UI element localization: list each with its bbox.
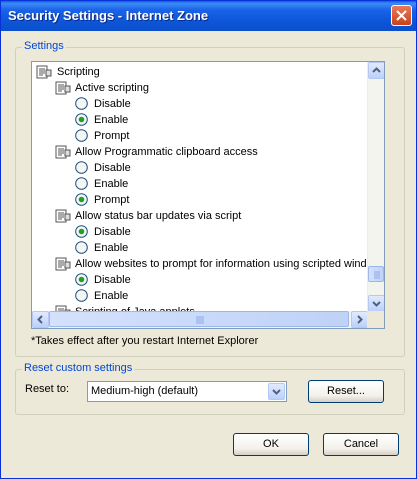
option-row[interactable]: Disable [32,272,368,288]
scroll-left-button[interactable] [32,311,49,328]
radio-selected-icon[interactable] [75,273,88,286]
security-settings-dialog: Security Settings - Internet Zone Settin… [0,0,417,479]
radio-icon[interactable] [75,289,88,302]
option-label: Disable [94,226,131,238]
option-row[interactable]: Prompt [32,128,368,144]
restart-note: *Takes effect after you restart Internet… [31,335,259,347]
category-row: Scripting [32,64,368,80]
reset-group-legend: Reset custom settings [22,362,135,374]
reset-button[interactable]: Reset... [308,380,384,403]
scrollbar-corner [367,311,384,328]
option-row[interactable]: Enable [32,288,368,304]
chevron-up-icon [372,67,381,73]
horizontal-scroll-thumb[interactable] [49,311,349,327]
chevron-right-icon [357,315,363,324]
settings-list[interactable]: Scripting Active scripting Disable Enable Pr… [31,61,385,329]
ok-button[interactable]: OK [233,433,309,456]
radio-icon[interactable] [75,129,88,142]
settings-group-legend: Settings [22,40,66,52]
settings-page-icon [55,209,71,223]
scroll-down-button[interactable] [368,295,384,312]
security-level-value: Medium-high (default) [91,385,198,397]
scroll-up-button[interactable] [368,62,384,79]
settings-page-icon [55,81,71,95]
setting-row: Active scripting [32,80,368,96]
option-label: Disable [94,274,131,286]
window-title: Security Settings - Internet Zone [8,8,209,23]
setting-label: Allow status bar updates via script [75,210,242,222]
grip-icon [374,271,380,279]
option-label: Enable [94,242,129,254]
settings-page-icon [36,65,52,79]
chevron-down-icon [272,389,281,395]
option-label: Disable [94,98,131,110]
setting-row: Allow websites to prompt for information… [32,256,368,272]
reset-to-label: Reset to: [25,383,70,395]
radio-icon[interactable] [75,161,88,174]
option-label: Prompt [94,194,130,206]
vertical-scroll-thumb[interactable] [368,266,384,282]
vertical-scrollbar[interactable] [367,62,384,312]
scroll-right-button[interactable] [351,311,368,328]
setting-row: Allow status bar updates via script [32,208,368,224]
setting-label: Allow Programmatic clipboard access [75,146,258,158]
radio-selected-icon[interactable] [75,225,88,238]
settings-page-icon [55,145,71,159]
close-icon [396,10,407,21]
cancel-button[interactable]: Cancel [323,433,399,456]
grip-icon [196,316,204,324]
option-label: Prompt [94,130,130,142]
option-label: Disable [94,162,131,174]
radio-selected-icon[interactable] [75,193,88,206]
setting-label: Allow websites to prompt for information… [75,258,368,270]
option-label: Enable [94,114,129,126]
option-row[interactable]: Enable [32,112,368,128]
close-button[interactable] [391,5,412,26]
radio-icon[interactable] [75,97,88,110]
chevron-left-icon [37,315,43,324]
option-row[interactable]: Disable [32,224,368,240]
radio-icon[interactable] [75,241,88,254]
category-label: Scripting [57,66,100,78]
option-label: Enable [94,178,129,190]
option-row[interactable]: Enable [32,176,368,192]
option-row[interactable]: Disable [32,160,368,176]
option-row[interactable]: Prompt [32,192,368,208]
radio-selected-icon[interactable] [75,113,88,126]
horizontal-scrollbar[interactable] [32,311,368,328]
settings-page-icon [55,257,71,271]
option-row[interactable]: Disable [32,96,368,112]
setting-row: Allow Programmatic clipboard access [32,144,368,160]
title-bar[interactable]: Security Settings - Internet Zone [1,1,416,31]
option-label: Enable [94,290,129,302]
setting-label: Active scripting [75,82,149,94]
security-level-select[interactable]: Medium-high (default) [87,381,287,402]
chevron-down-icon [372,301,381,307]
option-row[interactable]: Enable [32,240,368,256]
settings-tree: Scripting Active scripting Disable Enable Pr… [32,62,368,312]
dropdown-button[interactable] [268,383,285,400]
radio-icon[interactable] [75,177,88,190]
